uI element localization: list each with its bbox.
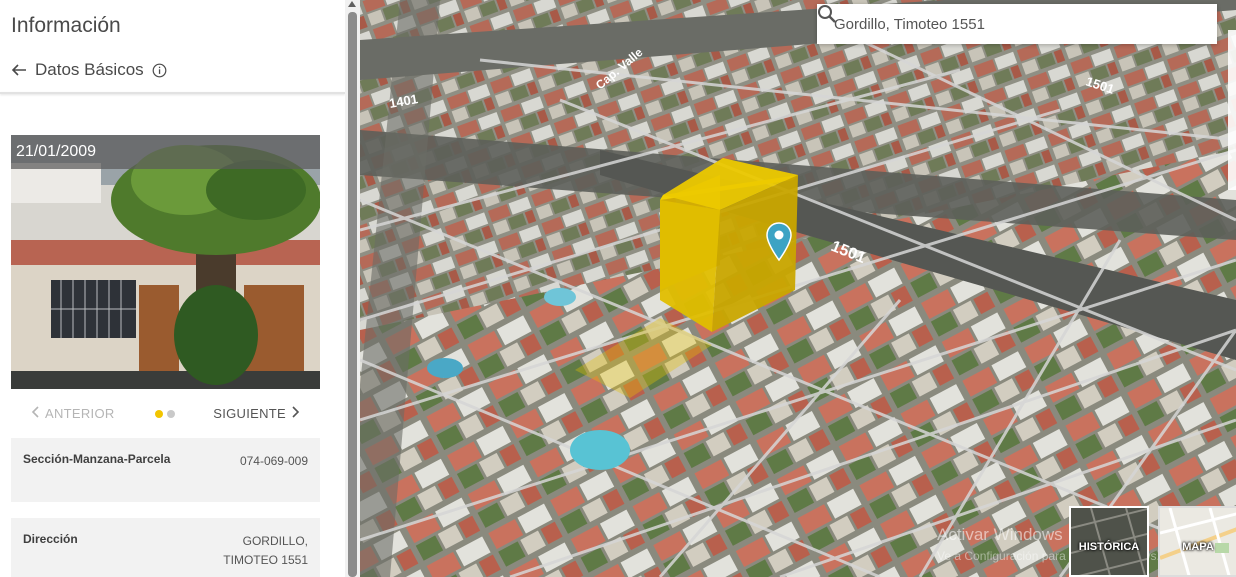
info-card-address: Dirección GORDILLO, TIMOTEO 1551 — [11, 518, 320, 577]
aerial-3d-map: 1501 1401 Cap. Valle 1501 — [360, 0, 1236, 577]
search-input[interactable]: Gordillo, Timoteo 1551 — [834, 16, 985, 33]
next-button[interactable]: SIGUIENTE — [213, 406, 300, 421]
back-button[interactable]: Datos Básicos — [11, 58, 167, 82]
chevron-left-icon — [31, 406, 39, 421]
basemap-historica-label: HISTÓRICA — [1078, 541, 1140, 553]
carousel-dot-2[interactable] — [167, 410, 175, 418]
info-value: 074-069-009 — [239, 454, 308, 468]
photo-date: 21/01/2009 — [11, 135, 320, 169]
property-photo: 21/01/2009 — [11, 135, 320, 389]
info-icon[interactable] — [152, 63, 167, 78]
map-view[interactable]: 1501 1401 Cap. Valle 1501 Gordillo, Timo… — [360, 0, 1236, 577]
next-label: SIGUIENTE — [213, 406, 286, 421]
address-search[interactable]: Gordillo, Timoteo 1551 — [817, 4, 1217, 44]
info-panel: Información Datos Básicos 21/01/2009 ANT… — [0, 0, 345, 577]
panel-divider — [0, 92, 345, 94]
previous-label: ANTERIOR — [45, 406, 115, 421]
back-label: Datos Básicos — [35, 60, 144, 79]
map-tools-strip[interactable] — [1228, 30, 1236, 190]
chevron-right-icon — [292, 406, 300, 421]
photo-carousel: ANTERIOR SIGUIENTE — [11, 400, 320, 428]
previous-button[interactable]: ANTERIOR — [31, 406, 115, 421]
location-pin-icon[interactable] — [765, 222, 793, 262]
panel-scrollbar[interactable] — [345, 0, 360, 577]
panel-title: Información — [11, 14, 121, 37]
windows-activation-watermark: Activar Windows — [937, 525, 1063, 544]
house-facade-image — [11, 135, 320, 389]
scroll-up-arrow-icon[interactable] — [348, 1, 356, 7]
scroll-thumb[interactable] — [348, 12, 357, 577]
arrow-left-icon — [11, 62, 27, 78]
info-label: Dirección — [23, 532, 78, 546]
basemap-mapa-label: MAPA — [1182, 541, 1214, 553]
info-value: GORDILLO, TIMOTEO 1551 — [223, 534, 308, 567]
info-label: Sección-Manzana-Parcela — [23, 452, 171, 466]
basemap-historica-button[interactable]: HISTÓRICA — [1069, 506, 1149, 577]
carousel-dot-1[interactable] — [155, 410, 163, 418]
basemap-mapa-button[interactable]: MAPA — [1158, 506, 1236, 577]
info-card-parcel: Sección-Manzana-Parcela 074-069-009 — [11, 438, 320, 502]
